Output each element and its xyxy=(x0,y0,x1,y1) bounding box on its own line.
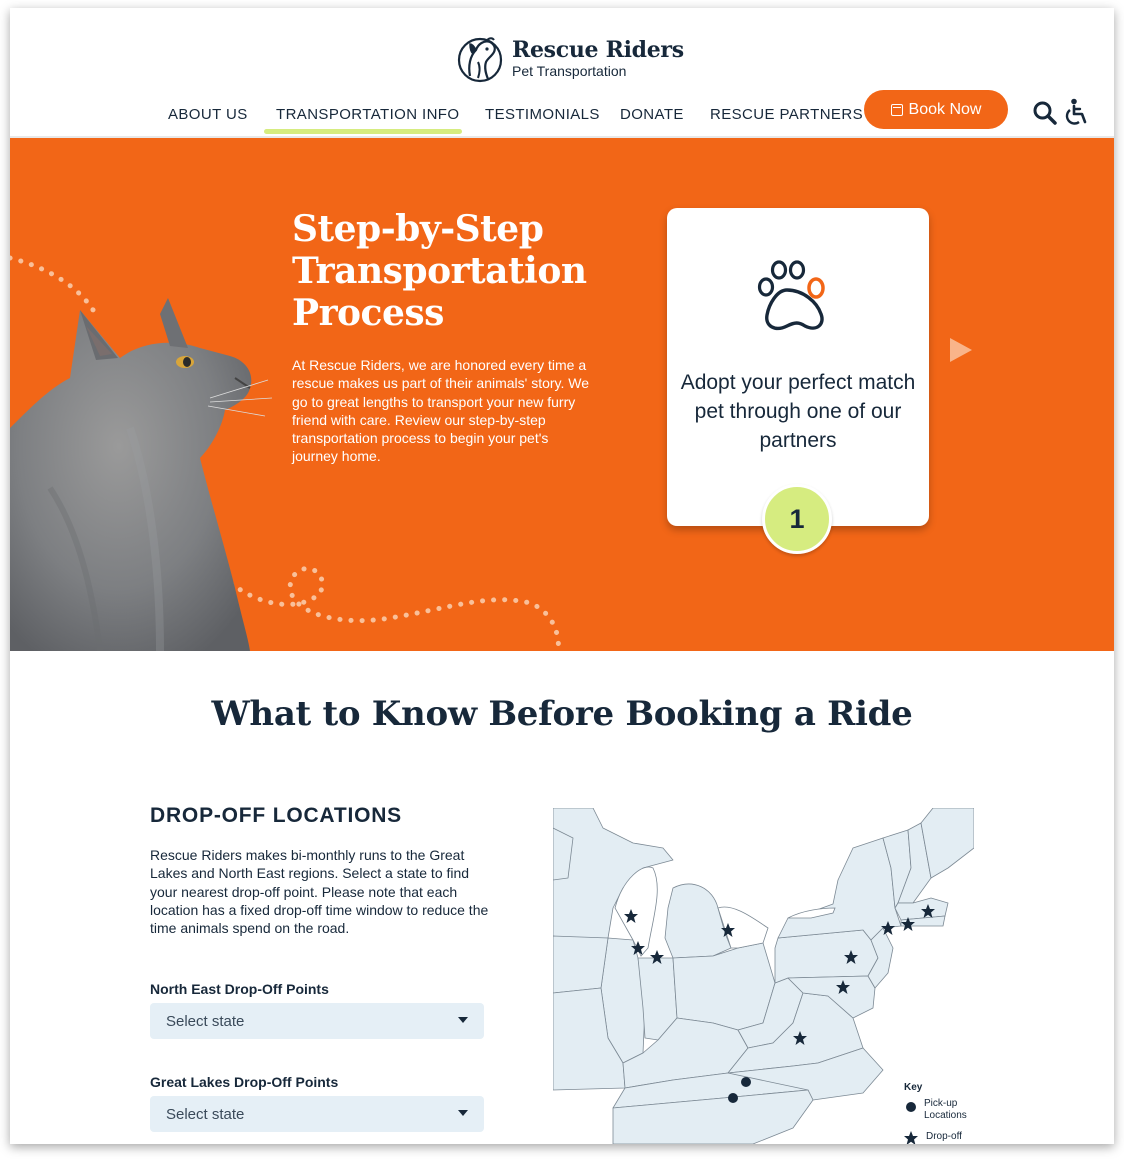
great-lakes-state-select[interactable]: Select state xyxy=(150,1096,484,1132)
nav-testimonials[interactable]: TESTIMONIALS xyxy=(485,106,600,123)
pickup-marker xyxy=(741,1077,751,1087)
map-key-pickup: Pick-up Locations xyxy=(924,1098,967,1121)
north-east-select-value: Select state xyxy=(166,1012,245,1030)
cat-photo xyxy=(10,298,273,651)
dropoff-description: Rescue Riders makes bi-monthly runs to t… xyxy=(150,847,489,937)
dog-cat-logo-icon xyxy=(457,37,503,83)
page-frame: Rescue Riders Pet Transportation ABOUT U… xyxy=(10,8,1114,1144)
north-east-label: North East Drop-Off Points xyxy=(150,981,329,997)
star-icon xyxy=(904,1131,918,1144)
site-header: Rescue Riders Pet Transportation ABOUT U… xyxy=(10,8,1114,138)
step-card: Adopt your perfect match pet through one… xyxy=(667,208,929,526)
play-arrow-icon[interactable] xyxy=(948,336,974,364)
nav-transportation-info[interactable]: TRANSPORTATION INFO xyxy=(276,106,459,123)
dropoff-heading: DROP-OFF LOCATIONS xyxy=(150,804,402,827)
map-key-dropoff: Drop-off xyxy=(926,1131,962,1142)
accessibility-icon[interactable] xyxy=(1064,98,1090,126)
great-lakes-label: Great Lakes Drop-Off Points xyxy=(150,1074,339,1090)
hero-title: Step-by-Step Transportation Process xyxy=(292,208,587,334)
map-key-title: Key xyxy=(904,1082,923,1093)
pickup-marker xyxy=(728,1093,738,1103)
great-lakes-select-value: Select state xyxy=(166,1105,245,1123)
nav-active-indicator xyxy=(264,129,462,134)
section-title: What to Know Before Booking a Ride xyxy=(211,694,913,734)
book-now-button[interactable]: Book Now xyxy=(864,90,1008,129)
pickup-dot-icon xyxy=(906,1102,916,1112)
nav-rescue-partners[interactable]: RESCUE PARTNERS xyxy=(710,106,863,123)
chevron-down-icon xyxy=(458,1017,468,1023)
hero-description: At Rescue Riders, we are honored every t… xyxy=(292,357,590,465)
calendar-icon xyxy=(890,103,903,116)
brand-name: Rescue Riders xyxy=(512,36,684,63)
locations-map[interactable] xyxy=(553,808,974,1144)
step-number-badge: 1 xyxy=(762,484,832,554)
chevron-down-icon xyxy=(458,1110,468,1116)
nav-about-us[interactable]: ABOUT US xyxy=(168,106,248,123)
states-map-graphic xyxy=(553,808,974,1144)
north-east-state-select[interactable]: Select state xyxy=(150,1003,484,1039)
paw-icon xyxy=(757,260,825,331)
step-description: Adopt your perfect match pet through one… xyxy=(680,371,916,452)
book-now-label: Book Now xyxy=(908,100,982,118)
search-icon[interactable] xyxy=(1032,100,1058,126)
nav-donate[interactable]: DONATE xyxy=(620,106,684,123)
brand-tagline: Pet Transportation xyxy=(512,62,627,79)
brand-logo[interactable]: Rescue Riders Pet Transportation xyxy=(456,32,684,84)
hero-section: Step-by-Step Transportation Process At R… xyxy=(10,138,1114,651)
